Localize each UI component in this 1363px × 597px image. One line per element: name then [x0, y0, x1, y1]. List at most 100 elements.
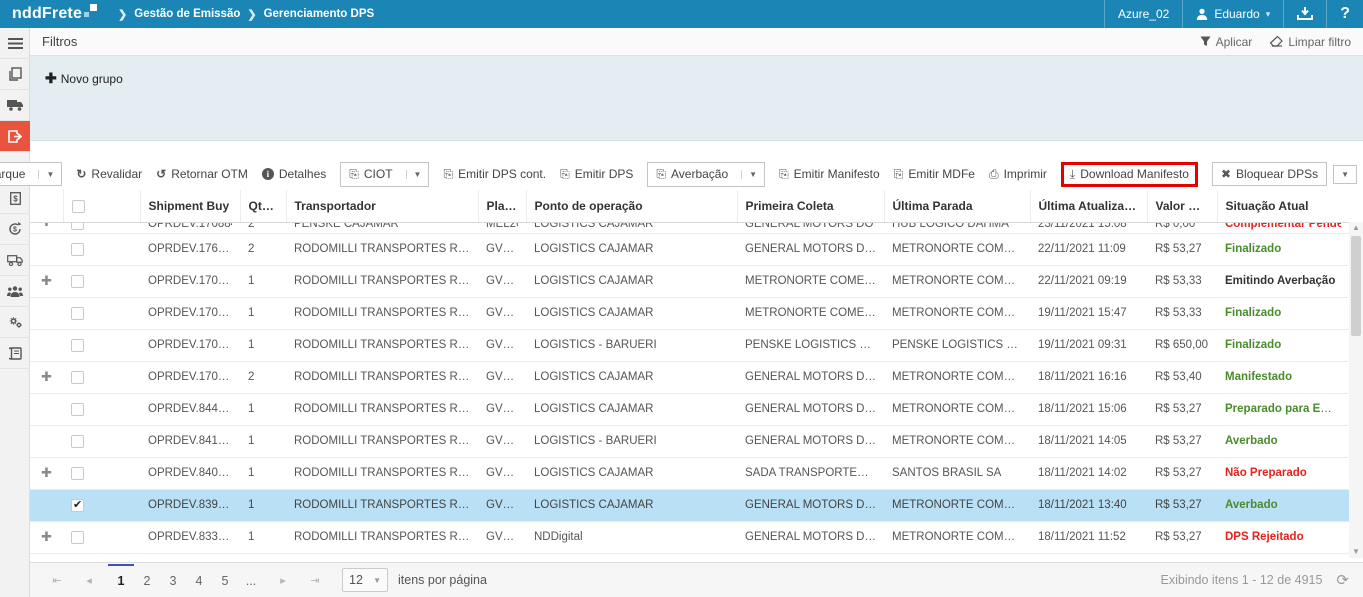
column-header-situa-o-atual[interactable]: Situação Atual	[1217, 190, 1349, 222]
row-select[interactable]	[63, 521, 140, 553]
averba-o-button[interactable]: ⎘Averbação▼	[647, 162, 765, 187]
row-select[interactable]	[63, 329, 140, 361]
expand-toggle[interactable]	[30, 233, 63, 265]
row-checkbox[interactable]	[71, 403, 84, 416]
table-row[interactable]: OPRDEV.8410867101RODOMILLI TRANSPORTES R…	[30, 425, 1349, 457]
expand-icon[interactable]: ✚	[41, 223, 52, 229]
page-2-button[interactable]: 2	[134, 564, 160, 597]
sidebar-item-ledger[interactable]	[0, 338, 30, 369]
table-row[interactable]: OPRDEV.1708691RODOMILLI TRANSPORTES RODO…	[30, 329, 1349, 361]
download-manifesto-button[interactable]: ⤓Download Manifesto	[1061, 162, 1198, 187]
last-page-button[interactable]: ⇥	[302, 567, 328, 593]
sidebar-item-users[interactable]	[0, 276, 30, 307]
column-header-transportador[interactable]: Transportador	[286, 190, 478, 222]
expand-toggle[interactable]	[30, 425, 63, 457]
column-header-valor-buy[interactable]: Valor Buy	[1147, 190, 1217, 222]
expand-toggle[interactable]: ✚	[30, 222, 63, 233]
chevron-down-icon[interactable]: ▼	[741, 170, 764, 179]
expand-toggle[interactable]: ✚	[30, 521, 63, 553]
row-select[interactable]	[63, 361, 140, 393]
row-select[interactable]	[63, 222, 140, 233]
retornar-otm-button[interactable]: ↺Retornar OTM	[156, 167, 248, 181]
sidebar-item-menu[interactable]	[0, 28, 30, 59]
expand-toggle[interactable]: ✚	[30, 265, 63, 297]
emitir-dps-button[interactable]: ⎘Emitir DPS	[560, 167, 633, 182]
scroll-up-icon[interactable]: ▲	[1349, 222, 1363, 234]
row-select[interactable]	[63, 233, 140, 265]
chevron-down-icon[interactable]: ▼	[38, 170, 61, 179]
bloquear-dpss-dropdown-button[interactable]: ▼	[1333, 165, 1357, 184]
row-checkbox[interactable]	[71, 223, 84, 230]
row-checkbox[interactable]	[71, 531, 84, 544]
expand-icon[interactable]: ✚	[41, 529, 52, 544]
column-header-qtd-sell[interactable]: Qtd. Sell	[240, 190, 286, 222]
row-select[interactable]	[63, 425, 140, 457]
expand-toggle[interactable]	[30, 329, 63, 361]
sidebar-item-settings[interactable]	[0, 307, 30, 338]
refresh-icon[interactable]: ⟳	[1336, 571, 1349, 589]
row-checkbox[interactable]	[71, 339, 84, 352]
revalidar-button[interactable]: ↻Revalidar	[76, 167, 142, 181]
download-center-button[interactable]	[1283, 0, 1326, 28]
emitir-mdfe-button[interactable]: ⎘Emitir MDFe	[894, 167, 975, 182]
row-checkbox[interactable]	[71, 467, 84, 480]
breadcrumb-item-gerenciamento[interactable]: Gerenciamento DPS	[264, 8, 375, 20]
expand-toggle[interactable]	[30, 297, 63, 329]
row-checkbox[interactable]	[71, 307, 84, 320]
row-checkbox[interactable]	[71, 243, 84, 256]
row-select[interactable]	[63, 489, 140, 521]
apply-filter-button[interactable]: Aplicar	[1200, 35, 1253, 49]
expand-toggle[interactable]	[30, 489, 63, 521]
table-row[interactable]: ✚OPRDEV.8330875791RODOMILLI TRANSPORTES …	[30, 521, 1349, 553]
sidebar-item-emission[interactable]	[0, 121, 30, 152]
page-1-button[interactable]: 1	[108, 564, 134, 597]
user-menu[interactable]: Eduardo ▾	[1182, 0, 1283, 28]
page-size-select[interactable]: 12 ▼	[342, 568, 388, 592]
sidebar-item-delivery-truck[interactable]	[0, 245, 30, 276]
ciot-button[interactable]: ⎘CIOT▼	[340, 162, 429, 187]
table-row[interactable]: OPRDEV.1708781RODOMILLI TRANSPORTES RODO…	[30, 297, 1349, 329]
table-row[interactable]: ✚OPRDEV.1708842PENSKE CAJAMARMEL2622LOGI…	[30, 222, 1349, 233]
row-select[interactable]	[63, 265, 140, 297]
emitir-manifesto-button[interactable]: ⎘Emitir Manifesto	[779, 167, 880, 182]
sidebar-item-documents[interactable]	[0, 59, 30, 90]
row-select[interactable]	[63, 457, 140, 489]
cancelar-embarque-button[interactable]: ✖Cancelar embarque▼	[0, 162, 62, 186]
row-select[interactable]	[63, 393, 140, 425]
app-logo[interactable]: nddFrete	[0, 5, 111, 23]
vertical-scrollbar[interactable]: ▲ ▼	[1349, 222, 1363, 558]
table-row[interactable]: OPRDEV.8395889461RODOMILLI TRANSPORTES R…	[30, 489, 1349, 521]
select-all-header[interactable]	[63, 190, 140, 222]
sidebar-item-truck[interactable]	[0, 90, 30, 121]
page-3-button[interactable]: 3	[160, 564, 186, 597]
sidebar-item-financial-refresh[interactable]: $	[0, 214, 30, 245]
column-header--ltima-parada[interactable]: Última Parada	[884, 190, 1030, 222]
expand-icon[interactable]: ✚	[41, 273, 52, 288]
expand-toggle[interactable]	[30, 393, 63, 425]
breadcrumb-item-gestao[interactable]: Gestão de Emissão	[134, 8, 240, 20]
chevron-down-icon[interactable]: ▼	[406, 170, 429, 179]
help-button[interactable]: ?	[1326, 0, 1363, 28]
column-header-placa[interactable]: Placa	[478, 190, 526, 222]
row-checkbox[interactable]	[71, 499, 84, 512]
table-row[interactable]: OPRDEV.1760491452RODOMILLI TRANSPORTES R…	[30, 233, 1349, 265]
column-header--ltima-atualiza-o[interactable]: Última Atualização↓	[1030, 190, 1147, 222]
detalhes-button[interactable]: iDetalhes	[262, 167, 326, 181]
table-row[interactable]: OPRDEV.8447444121RODOMILLI TRANSPORTES R…	[30, 393, 1349, 425]
imprimir-button[interactable]: ⎙Imprimir	[989, 167, 1047, 182]
column-header-primeira-coleta[interactable]: Primeira Coleta	[737, 190, 884, 222]
expand-icon[interactable]: ✚	[41, 465, 52, 480]
clear-filter-button[interactable]: Limpar filtro	[1270, 35, 1351, 49]
column-header-shipment-buy[interactable]: Shipment Buy	[140, 190, 240, 222]
table-row[interactable]: ✚OPRDEV.1708682RODOMILLI TRANSPORTES ROD…	[30, 361, 1349, 393]
row-checkbox[interactable]	[71, 435, 84, 448]
page-5-button[interactable]: 5	[212, 564, 238, 597]
select-all-checkbox[interactable]	[72, 200, 85, 213]
expand-toggle[interactable]: ✚	[30, 457, 63, 489]
sidebar-item-invoice[interactable]: $	[0, 183, 30, 214]
row-select[interactable]	[63, 297, 140, 329]
page-4-button[interactable]: 4	[186, 564, 212, 597]
row-checkbox[interactable]	[71, 371, 84, 384]
table-row[interactable]: ✚OPRDEV.1708721RODOMILLI TRANSPORTES ROD…	[30, 265, 1349, 297]
column-header-ponto-de-opera-o[interactable]: Ponto de operação	[526, 190, 737, 222]
